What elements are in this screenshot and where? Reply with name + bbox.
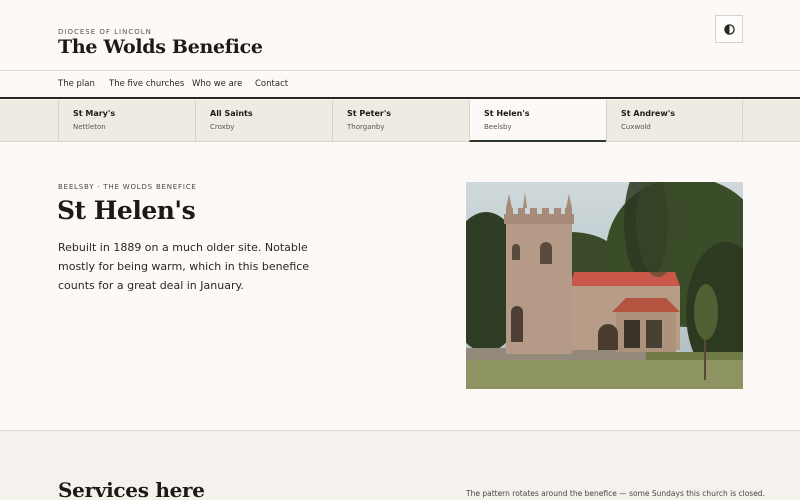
tab-st-peters[interactable]: St Peter's Thorganby [332, 100, 469, 141]
tab-place-name: Croxby [210, 123, 235, 131]
church-photo [466, 182, 743, 389]
nav-item-churches[interactable]: The five churches [109, 79, 184, 89]
services-note: The pattern rotates around the benefice … [466, 489, 765, 498]
site-header: DIOCESE OF LINCOLN The Wolds Benefice [0, 0, 800, 71]
tab-church-name: St Helen's [484, 109, 530, 118]
tab-st-andrews[interactable]: St Andrew's Cuxwold [606, 100, 743, 141]
church-description: Rebuilt in 1889 on a much older site. No… [58, 241, 310, 292]
services-section: Services here The pattern rotates around… [0, 430, 800, 500]
services-title: Services here [58, 478, 205, 500]
church-eyebrow: BEELSBY · THE WOLDS BENEFICE [58, 183, 197, 191]
nav-item-contact[interactable]: Contact [255, 79, 288, 89]
tab-place-name: Nettleton [73, 123, 106, 131]
theme-toggle-button[interactable] [715, 15, 743, 43]
tab-church-name: All Saints [210, 109, 253, 118]
church-title: St Helen's [57, 196, 196, 225]
site-title[interactable]: The Wolds Benefice [58, 36, 263, 58]
church-illustration [466, 182, 743, 389]
diocese-label: DIOCESE OF LINCOLN [58, 28, 152, 36]
tab-place-name: Thorganby [347, 123, 385, 131]
tab-st-helens[interactable]: St Helen's Beelsby [469, 100, 606, 142]
tab-place-name: Beelsby [484, 123, 512, 131]
contrast-icon [723, 23, 735, 35]
nav-item-plan[interactable]: The plan [58, 79, 95, 89]
tab-all-saints[interactable]: All Saints Croxby [195, 100, 332, 141]
tab-st-marys[interactable]: St Mary's Nettleton [58, 100, 195, 141]
tab-church-name: St Peter's [347, 109, 392, 118]
church-tabs: St Mary's Nettleton All Saints Croxby St… [0, 100, 800, 142]
tab-church-name: St Mary's [73, 109, 116, 118]
tab-place-name: Cuxwold [621, 123, 651, 131]
tab-church-name: St Andrew's [621, 109, 675, 118]
nav-item-who-we-are[interactable]: Who we are [192, 79, 242, 89]
main-nav: The plan The five churches Who we are Co… [0, 71, 800, 99]
